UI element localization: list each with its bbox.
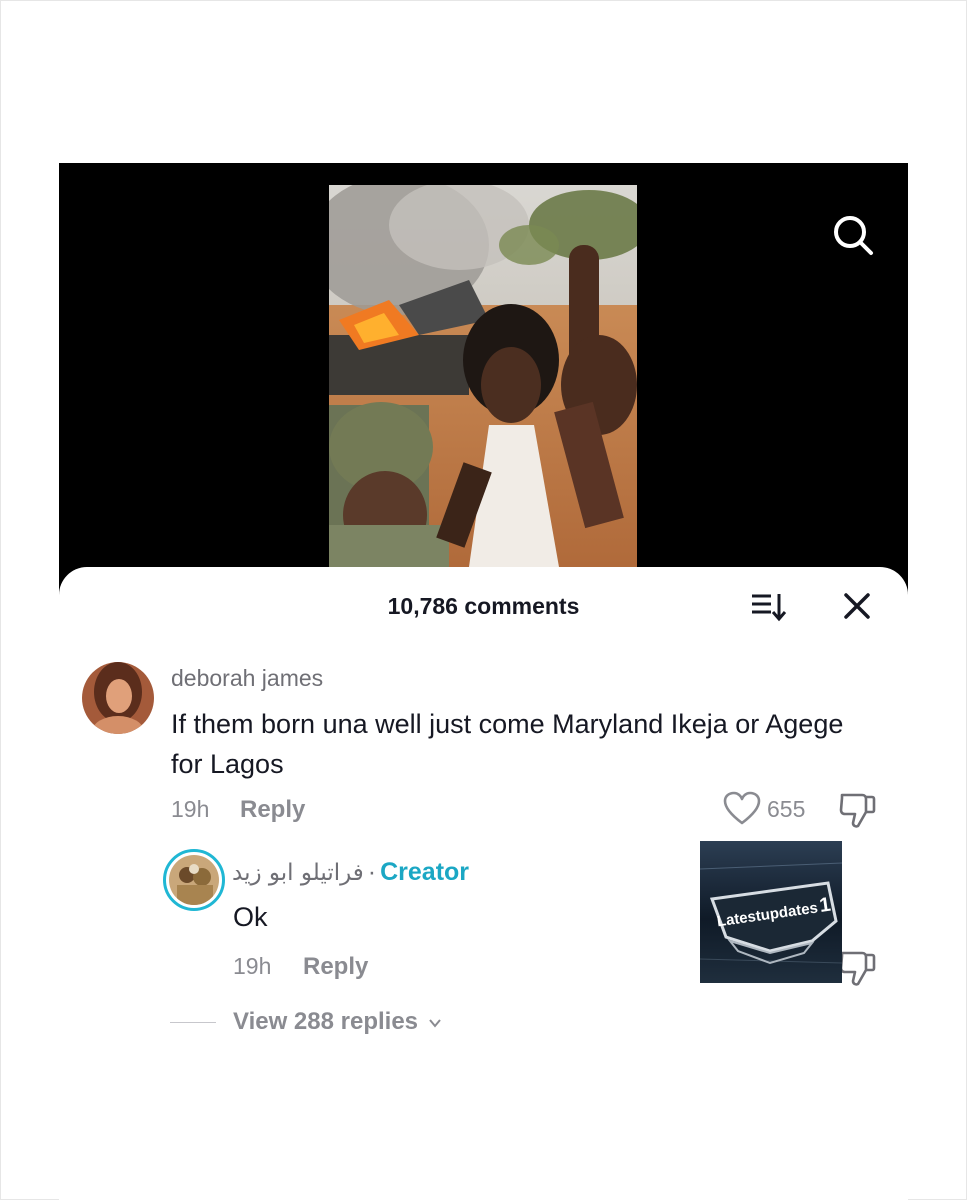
creator-badge: Creator — [380, 858, 470, 886]
thumbs-down-icon — [839, 951, 876, 986]
sort-icon — [752, 594, 787, 622]
watermark-graphic: Latestupdates1 — [700, 862, 842, 965]
close-icon — [844, 593, 870, 619]
video-scene-image — [329, 185, 637, 567]
like-count: 655 — [767, 796, 806, 822]
reply-header: فراتيلو ابو زيد · Creator — [232, 858, 469, 887]
user-avatar-image — [82, 662, 154, 734]
video-thumbnail[interactable] — [329, 185, 637, 567]
reply-username[interactable]: فراتيلو ابو زيد — [232, 860, 364, 886]
reply-to-reply-button[interactable]: Reply — [303, 953, 368, 981]
reply-button[interactable]: Reply — [240, 796, 305, 824]
creator-avatar-image — [169, 855, 219, 905]
watermark-logo: Latestupdates1 — [700, 841, 842, 983]
creator-avatar[interactable] — [163, 849, 225, 911]
replies-divider — [170, 1022, 216, 1023]
view-replies-label: View 288 replies — [233, 1008, 419, 1035]
reply-dislike-button[interactable] — [836, 948, 880, 988]
like-button[interactable] — [722, 790, 762, 828]
dislike-button[interactable] — [836, 790, 880, 830]
comment-timestamp: 19h — [171, 796, 210, 822]
avatar[interactable] — [82, 662, 154, 734]
comment-text: If them born una well just come Maryland… — [171, 709, 844, 779]
separator-dot: · — [367, 858, 377, 886]
video-player[interactable] — [59, 163, 908, 603]
heart-icon — [723, 791, 761, 825]
close-comments-button[interactable] — [839, 590, 875, 624]
thumbs-down-icon — [839, 793, 876, 828]
search-button[interactable] — [829, 211, 877, 259]
comment-username[interactable]: deborah james — [171, 665, 323, 692]
reply-text: Ok — [233, 902, 268, 932]
sort-comments-button[interactable] — [749, 590, 789, 624]
reply-timestamp: 19h — [233, 953, 272, 979]
search-icon — [834, 216, 873, 255]
chevron-down-icon — [428, 1019, 441, 1028]
view-replies-button[interactable]: View 288 replies — [233, 1008, 443, 1036]
